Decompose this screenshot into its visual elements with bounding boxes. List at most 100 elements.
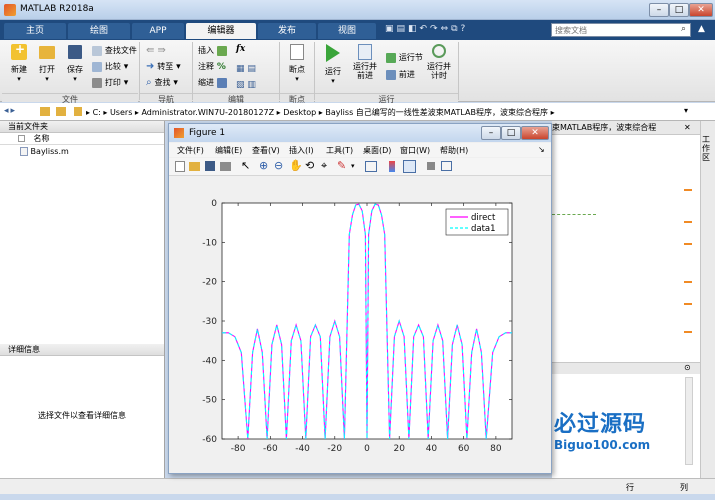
checkbox-icon[interactable] [18, 135, 25, 142]
nav-back-forward[interactable]: ⇚ ⇛ [146, 45, 166, 56]
menu-edit[interactable]: 编辑(E) [215, 145, 242, 156]
toolbar-quick-icons[interactable]: ▣▤◧↶↷⇔⧉? [385, 24, 545, 36]
goto-label: 转至 [157, 62, 174, 71]
advance-button[interactable]: 前进 [386, 69, 415, 80]
tab-home[interactable]: 主页 [4, 23, 66, 39]
save-label: 保存 [67, 65, 83, 74]
minimize-button[interactable]: – [649, 3, 669, 17]
chevron-down-icon: ▾ [45, 75, 49, 83]
address-bar[interactable]: ◂▸ ▸ C: ▸ Users ▸ Administrator.WIN7U-20… [0, 103, 715, 121]
chevron-down-icon[interactable]: ▾ [684, 106, 688, 115]
percent-icon: % [216, 62, 226, 72]
new-button[interactable]: + 新建 ▾ [6, 42, 32, 83]
search-icon[interactable]: ⌕ [681, 24, 686, 34]
path-segment[interactable]: C: [93, 108, 101, 117]
run-advance-label: 运行并 前进 [353, 62, 377, 80]
menu-help[interactable]: 帮助(H) [440, 145, 468, 156]
maximize-button[interactable]: □ [669, 3, 689, 17]
comment-button[interactable]: 注释 % [198, 61, 226, 72]
folder-up-icon[interactable] [40, 107, 50, 116]
find-button[interactable]: ⌕ 查找 ▾ [146, 77, 178, 88]
brush-icon[interactable]: ✎ [337, 159, 346, 172]
menu-file[interactable]: 文件(F) [177, 145, 204, 156]
tab-view[interactable]: 视图 [318, 23, 376, 39]
figure-close-button[interactable]: ✕ [521, 126, 549, 140]
run-section-button[interactable]: 运行节 [386, 52, 423, 63]
search-field[interactable] [551, 23, 691, 37]
menu-insert[interactable]: 插入(I) [289, 145, 314, 156]
run-advance-button[interactable]: 运行并 前进 [350, 44, 380, 80]
plot-area[interactable]: -80 -60 -40 -20 0 20 40 60 80 0 -10 -20 -30 -40 -50 -60… [170, 177, 551, 473]
new-figure-icon[interactable] [175, 161, 185, 172]
print-button[interactable]: 打印 ▾ [92, 77, 128, 88]
save-figure-icon[interactable] [205, 161, 215, 171]
column-header-row[interactable]: 名称 [0, 133, 164, 145]
tab-apps[interactable]: APP [132, 23, 184, 39]
comment-label: 注释 [198, 62, 214, 71]
address-path[interactable]: ▸ C: ▸ Users ▸ Administrator.WIN7U-20180… [86, 107, 555, 118]
hide-tools-icon[interactable] [427, 162, 435, 170]
run-button[interactable]: 运行 ▾ [320, 44, 346, 85]
run-time-button[interactable]: 运行并 计时 [424, 44, 454, 80]
path-segment[interactable]: Bayliss 自己编写的一线性差波束MATLAB程序，波束综合程序 [325, 108, 548, 117]
file-name[interactable]: Bayliss.m [31, 147, 69, 156]
dock-icon[interactable]: ↘ [538, 145, 545, 154]
zoom-in-icon[interactable]: ⊕ [259, 159, 268, 172]
legend-toggle-icon[interactable] [403, 160, 416, 173]
magnifier-icon: ⌕ [146, 77, 152, 88]
command-scrollbar[interactable] [685, 377, 693, 465]
link-plot-icon[interactable] [365, 161, 377, 172]
goto-button[interactable]: ➜ 转至 ▾ [146, 61, 181, 72]
y-tick-label: -20 [202, 278, 217, 288]
open-file-icon[interactable] [189, 162, 200, 171]
chevron-down-icon[interactable]: ▾ [351, 162, 355, 170]
print-figure-icon[interactable] [220, 162, 231, 171]
figure-title-bar[interactable]: Figure 1 – □ ✕ [169, 124, 551, 142]
figure-maximize-button[interactable]: □ [501, 126, 521, 140]
tab-publish[interactable]: 发布 [258, 23, 316, 39]
close-button[interactable]: ✕ [689, 3, 713, 17]
path-segment[interactable]: Desktop [283, 108, 316, 117]
save-button[interactable]: 保存 ▾ [62, 44, 88, 83]
show-tools-icon[interactable] [441, 161, 452, 171]
nav-arrows-icon[interactable]: ◂▸ [4, 106, 17, 116]
path-segment[interactable]: Users [110, 108, 132, 117]
compare-button[interactable]: 比较 ▾ [92, 61, 128, 72]
workspace-side-tab[interactable]: 工作区 [702, 135, 713, 162]
find-files-button[interactable]: 查找文件 [92, 45, 137, 56]
close-icon[interactable]: ✕ [684, 123, 691, 132]
code-analyzer-marks [684, 181, 692, 381]
open-button[interactable]: 打开 ▾ [34, 44, 60, 83]
figure-window[interactable]: Figure 1 – □ ✕ 文件(F) 编辑(E) 查看(V) 插入(I) 工… [168, 123, 552, 474]
browse-folder-icon[interactable] [56, 107, 66, 116]
data-cursor-icon[interactable]: ⌖ [321, 159, 327, 173]
figure-minimize-button[interactable]: – [481, 126, 501, 140]
x-tick-label: -20 [327, 444, 342, 454]
menu-view[interactable]: 查看(V) [252, 145, 280, 156]
tab-editor[interactable]: 编辑器 [186, 23, 256, 39]
bayliss-pattern-chart[interactable]: -80 -60 -40 -20 0 20 40 60 80 0 -10 -20 -30 -40 -50 -60… [170, 177, 551, 473]
command-window-menu-icon[interactable]: ⊙ [684, 363, 691, 372]
pointer-icon[interactable]: ↖ [241, 159, 250, 172]
editor-tab-header[interactable]: 束MATLAB程序，波束综合程 [552, 121, 700, 135]
edit-small-icons[interactable]: ▦ ▤ ▧ ▥ [236, 61, 276, 93]
menu-desktop[interactable]: 桌面(D) [363, 145, 391, 156]
indent-button[interactable]: 缩进 [198, 77, 227, 88]
breakpoints-button[interactable]: 断点 ▾ [284, 44, 310, 83]
name-column-header[interactable]: 名称 [34, 134, 50, 143]
colorbar-icon[interactable] [389, 161, 395, 172]
collapse-ribbon-icon[interactable]: ▲ [698, 24, 705, 34]
zoom-out-icon[interactable]: ⊖ [274, 159, 283, 172]
pan-icon[interactable]: ✋ [289, 159, 303, 172]
x-tick-label: -40 [295, 444, 310, 454]
legend-label-data1: data1 [471, 224, 496, 234]
tab-plots[interactable]: 绘图 [68, 23, 130, 39]
insert-button[interactable]: 插入 [198, 45, 227, 56]
menu-window[interactable]: 窗口(W) [400, 145, 430, 156]
search-input[interactable] [552, 24, 662, 36]
rotate-icon[interactable]: ⟲ [305, 159, 314, 172]
path-segment[interactable]: Administrator.WIN7U-20180127Z [141, 108, 274, 117]
menu-tools[interactable]: 工具(T) [326, 145, 353, 156]
list-item[interactable]: Bayliss.m [0, 145, 164, 158]
fx-button[interactable]: fx [236, 44, 245, 54]
